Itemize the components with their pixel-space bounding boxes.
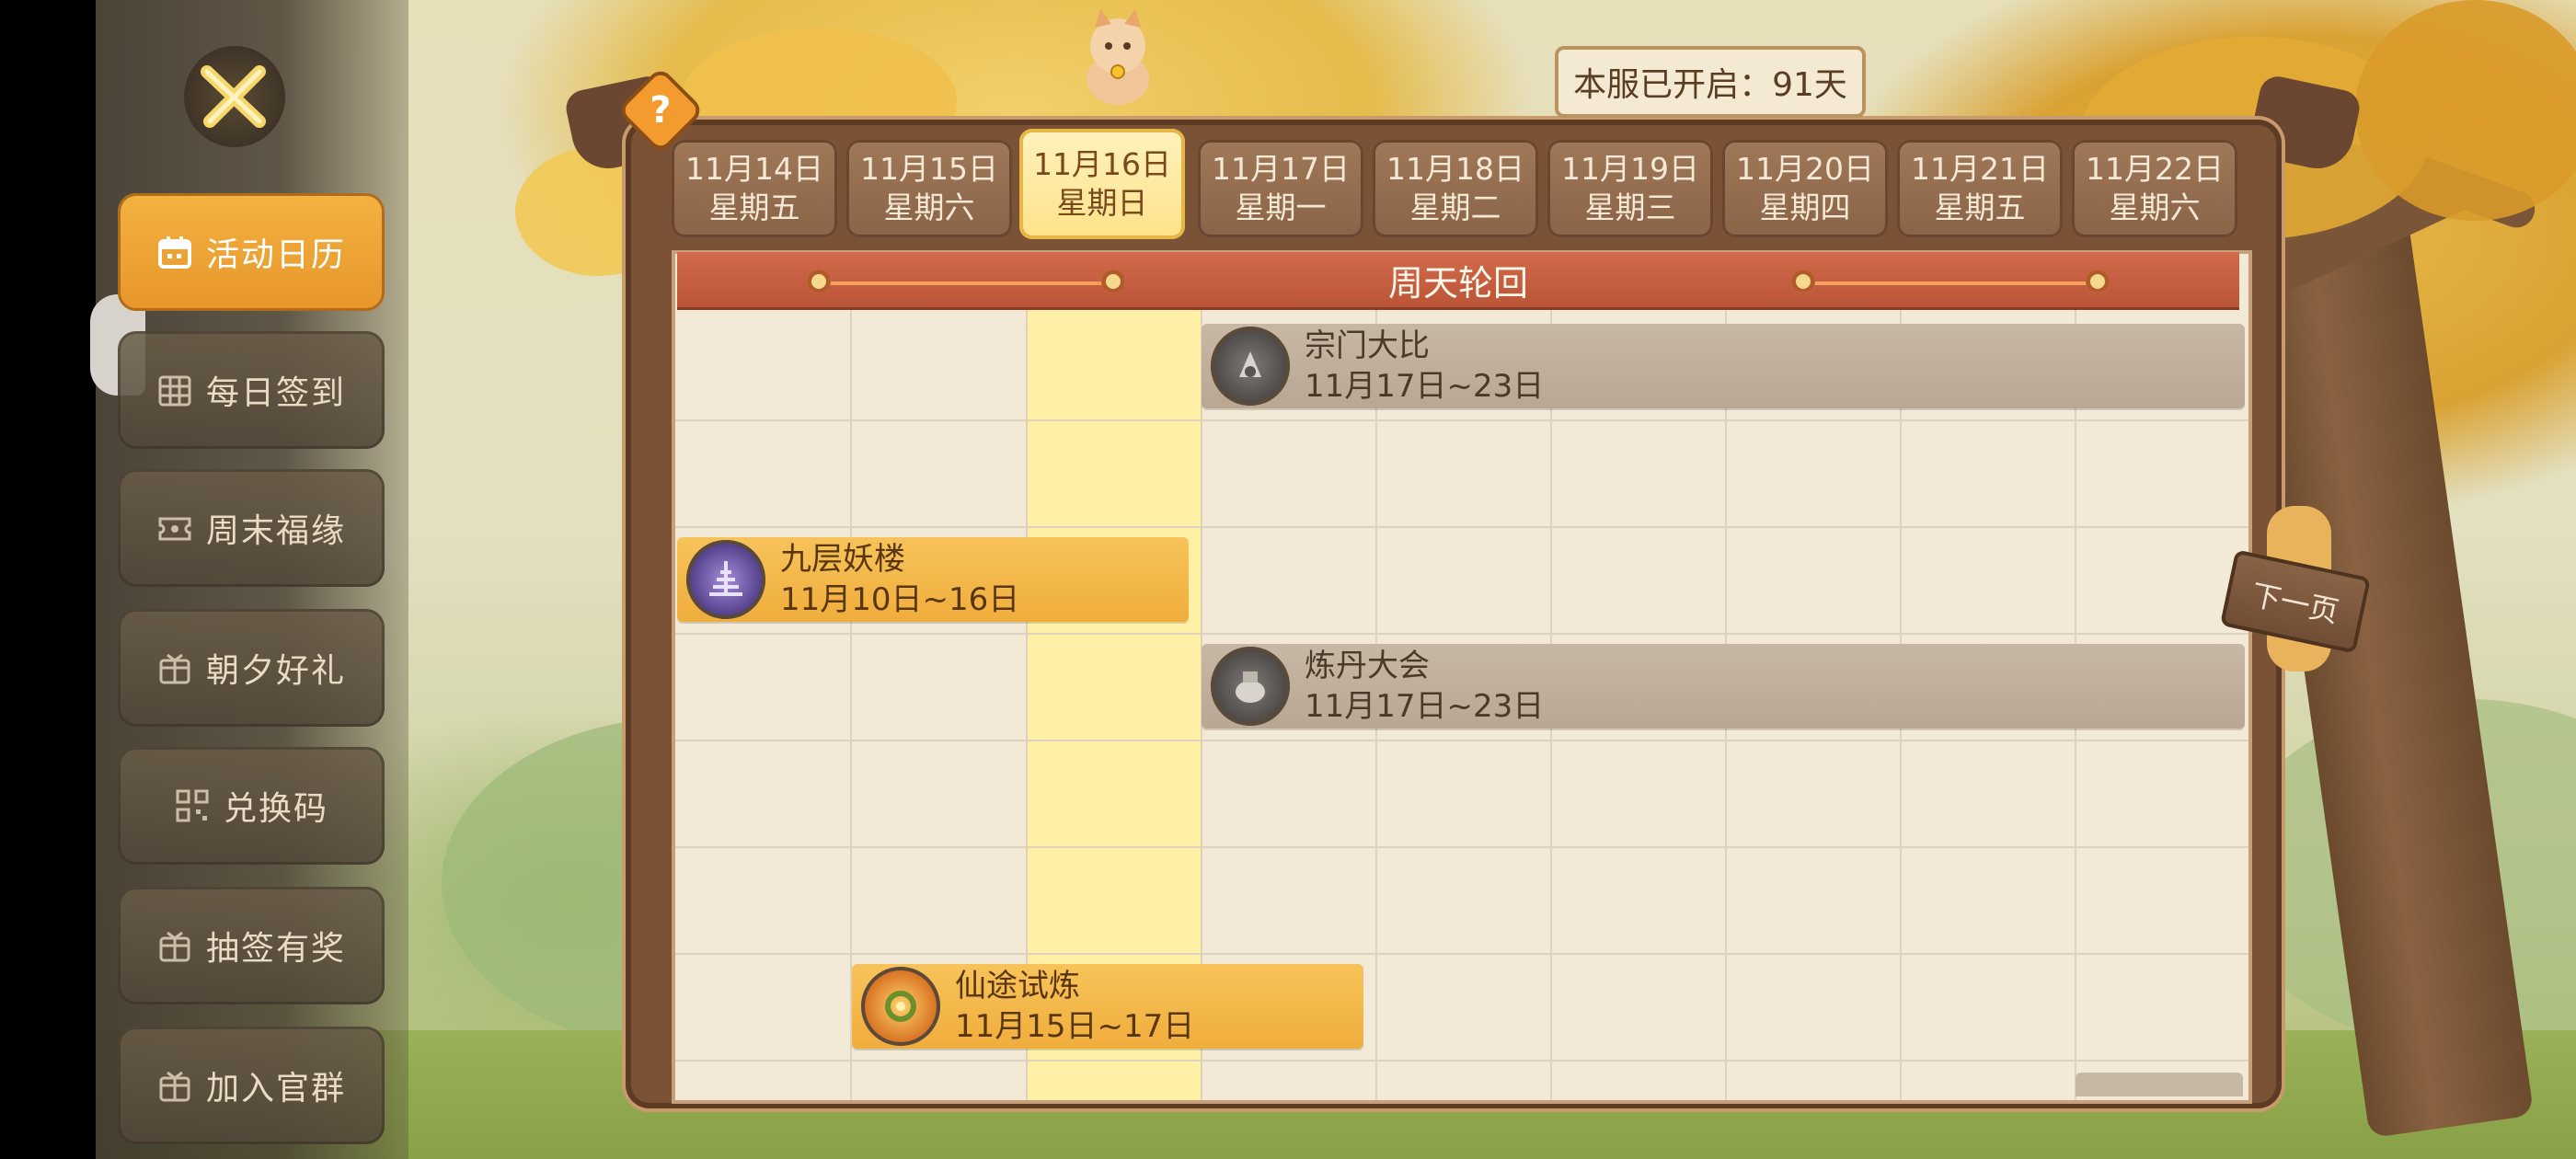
sidebar-item-label: 兑换码 bbox=[223, 790, 328, 828]
sidebar-item-redeem-code[interactable]: 兑换码 bbox=[118, 747, 385, 865]
header-ornament-dot bbox=[1101, 270, 1125, 293]
header-ornament-dot bbox=[2086, 270, 2110, 293]
date-tab-weekday: 星期三 bbox=[1584, 189, 1676, 225]
server-open-days: 本服已开启：91天 bbox=[1555, 46, 1866, 118]
grid-line bbox=[675, 419, 2248, 421]
sidebar-item-label: 朝夕好礼 bbox=[205, 652, 346, 690]
date-tab-date: 11月18日 bbox=[1386, 151, 1524, 187]
sidebar-item-label: 加入官群 bbox=[205, 1070, 346, 1107]
sidebar-item-join-group[interactable]: 加入官群 bbox=[118, 1027, 385, 1144]
date-tab-weekday: 星期四 bbox=[1759, 189, 1851, 225]
section-title: 周天轮回 bbox=[1387, 262, 1528, 304]
game-screen: 活动日历 每日签到 周末福缘 朝夕好礼 兑换码 抽签有奖 加入官群 ? 本服已开… bbox=[0, 0, 2576, 1159]
sidebar-item-label: 抽签有奖 bbox=[205, 930, 346, 968]
header-ornament-line bbox=[1803, 281, 2098, 285]
event-date-range: 11月17日~23日 bbox=[1305, 688, 1545, 725]
date-tab[interactable]: 11月18日 星期二 bbox=[1373, 140, 1538, 237]
grid-line bbox=[675, 526, 2248, 528]
date-tab-date: 11月17日 bbox=[1212, 151, 1350, 187]
event-icon bbox=[686, 540, 765, 619]
event-date-range: 11月17日~23日 bbox=[1305, 368, 1545, 405]
grid-icon bbox=[156, 372, 193, 408]
qr-code-icon bbox=[174, 787, 211, 824]
grid-line bbox=[675, 633, 2248, 635]
date-tab-date: 11月14日 bbox=[685, 151, 823, 187]
calendar-icon bbox=[156, 234, 193, 270]
grid-line bbox=[675, 846, 2248, 848]
cat-mascot-icon bbox=[1087, 9, 1149, 105]
date-tab-today[interactable]: 11月16日 星期日 bbox=[1019, 129, 1185, 239]
date-tab[interactable]: 11月15日 星期六 bbox=[846, 140, 1012, 237]
date-tab-weekday: 星期五 bbox=[1934, 189, 2026, 225]
date-tab[interactable]: 11月14日 星期五 bbox=[672, 140, 837, 237]
close-icon bbox=[201, 65, 266, 128]
header-ornament-line bbox=[819, 281, 1113, 285]
event-name: 仙途试炼 bbox=[955, 968, 1080, 1004]
close-button[interactable] bbox=[184, 46, 285, 147]
gift-box-icon bbox=[156, 1067, 193, 1104]
sidebar-item-lottery[interactable]: 抽签有奖 bbox=[118, 887, 385, 1004]
date-tab[interactable]: 11月22日 星期六 bbox=[2072, 140, 2237, 237]
event-icon bbox=[861, 967, 940, 1046]
date-tab[interactable]: 11月19日 星期三 bbox=[1547, 140, 1713, 237]
sidebar-item-label: 活动日历 bbox=[205, 236, 346, 274]
date-tab-date: 11月19日 bbox=[1561, 151, 1699, 187]
event-bar-sect-competition[interactable]: 宗门大比 11月17日~23日 bbox=[1202, 324, 2245, 408]
sidebar-item-label: 周末福缘 bbox=[205, 512, 346, 550]
date-tab-weekday: 星期六 bbox=[2109, 189, 2201, 225]
date-tab-weekday: 星期一 bbox=[1235, 189, 1327, 225]
grid-line bbox=[675, 740, 2248, 741]
ticket-icon bbox=[156, 510, 193, 546]
sidebar-item-daily-checkin[interactable]: 每日签到 bbox=[118, 331, 385, 449]
event-name: 九层妖楼 bbox=[780, 541, 905, 578]
date-tab[interactable]: 11月21日 星期五 bbox=[1897, 140, 2063, 237]
date-tab-weekday: 星期六 bbox=[883, 189, 975, 225]
header-ornament-dot bbox=[1791, 270, 1815, 293]
event-bar-immortal-trial[interactable]: 仙途试炼 11月15日~17日 bbox=[852, 964, 1363, 1049]
sidebar-item-weekend-fortune[interactable]: 周末福缘 bbox=[118, 469, 385, 587]
date-tab-date: 11月16日 bbox=[1033, 146, 1171, 182]
event-bar-partial bbox=[2076, 1073, 2243, 1096]
header-ornament-dot bbox=[807, 270, 831, 293]
event-date-range: 11月15日~17日 bbox=[955, 1008, 1195, 1045]
help-icon: ? bbox=[650, 89, 672, 132]
event-name: 宗门大比 bbox=[1305, 327, 1430, 364]
sidebar-item-activity-calendar[interactable]: 活动日历 bbox=[118, 193, 385, 311]
sidebar-item-label: 每日签到 bbox=[205, 374, 346, 412]
grid-line bbox=[675, 953, 2248, 955]
date-tab[interactable]: 11月20日 星期四 bbox=[1722, 140, 1888, 237]
next-page-label: 下一页 bbox=[2248, 577, 2342, 630]
event-icon bbox=[1211, 647, 1290, 726]
date-tab-date: 11月22日 bbox=[2086, 151, 2224, 187]
event-date-range: 11月10日~16日 bbox=[780, 581, 1020, 618]
date-tab-date: 11月15日 bbox=[860, 151, 998, 187]
gift-box-icon bbox=[156, 927, 193, 964]
date-tab-date: 11月21日 bbox=[1911, 151, 2049, 187]
grid-line bbox=[675, 1060, 2248, 1061]
gift-box-icon bbox=[156, 649, 193, 686]
date-tab-date: 11月20日 bbox=[1736, 151, 1874, 187]
event-name: 炼丹大会 bbox=[1305, 648, 1430, 684]
date-tab-weekday: 星期日 bbox=[1056, 185, 1148, 221]
date-tab[interactable]: 11月17日 星期一 bbox=[1198, 140, 1363, 237]
event-bar-nine-tower[interactable]: 九层妖楼 11月10日~16日 bbox=[677, 537, 1189, 622]
sidebar-item-daily-gift[interactable]: 朝夕好礼 bbox=[118, 609, 385, 727]
date-tab-weekday: 星期二 bbox=[1409, 189, 1501, 225]
help-button[interactable]: ? bbox=[621, 71, 700, 150]
event-icon bbox=[1211, 327, 1290, 406]
date-tab-weekday: 星期五 bbox=[708, 189, 800, 225]
event-bar-alchemy-contest[interactable]: 炼丹大会 11月17日~23日 bbox=[1202, 644, 2245, 729]
